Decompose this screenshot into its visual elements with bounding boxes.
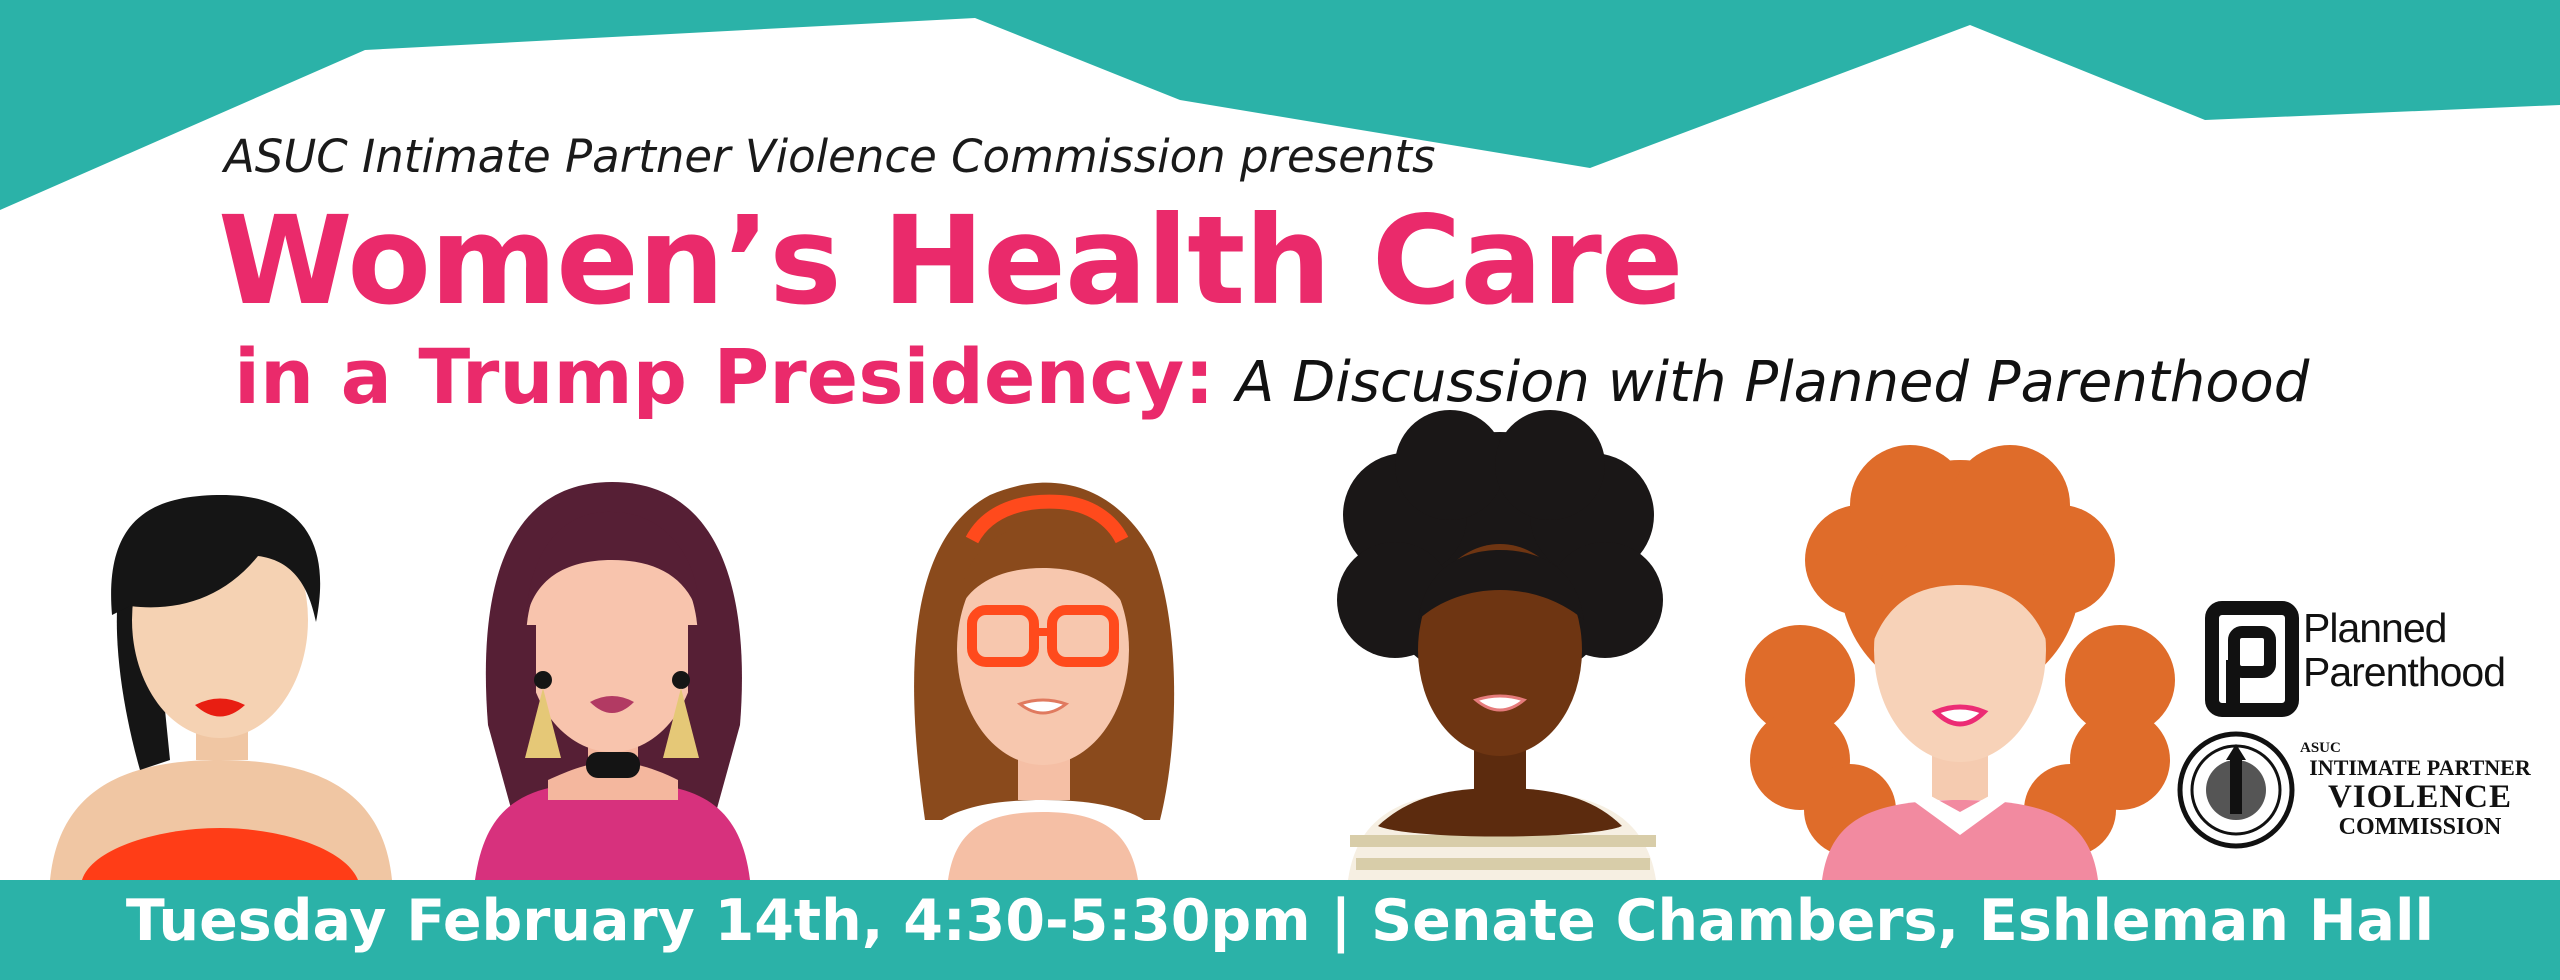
event-title-line2: in a Trump Presidency:: [234, 332, 1215, 421]
ipv-wordmark-line1: ASUC: [2300, 740, 2341, 756]
planned-parenthood-wordmark: Planned Parenthood: [2303, 605, 2506, 695]
pp-wordmark-line1: Planned: [2303, 605, 2447, 651]
ipv-commission-wordmark: ASUC INTIMATE PARTNER VIOLENCE COMMISSIO…: [2300, 740, 2540, 840]
ipv-wordmark-line2: INTIMATE PARTNER: [2309, 755, 2531, 780]
pp-wordmark-line2: Parenthood: [2303, 649, 2506, 695]
asuc-seal-icon: [2177, 731, 2295, 849]
ipv-wordmark-line4: COMMISSION: [2338, 814, 2502, 840]
woman-glasses-illustration: [905, 482, 1182, 880]
presenter-line: ASUC Intimate Partner Violence Commissio…: [224, 130, 1436, 183]
woman-curly-hair-illustration: [1337, 410, 1663, 880]
woman-red-hair-illustration: [1745, 445, 2175, 880]
event-subtitle: A Discussion with Planned Parenthood: [1236, 350, 2310, 415]
woman-burgundy-hair-illustration: [475, 482, 750, 880]
event-banner: ASUC Intimate Partner Violence Commissio…: [0, 0, 2560, 980]
event-title: Women’s Health Care: [218, 190, 1684, 332]
event-details: Tuesday February 14th, 4:30-5:30pm | Sen…: [125, 888, 2435, 954]
ipv-wordmark-line3: VIOLENCE: [2327, 779, 2513, 815]
planned-parenthood-logo-mark: [2205, 601, 2299, 717]
woman-black-hair-illustration: [50, 495, 392, 880]
